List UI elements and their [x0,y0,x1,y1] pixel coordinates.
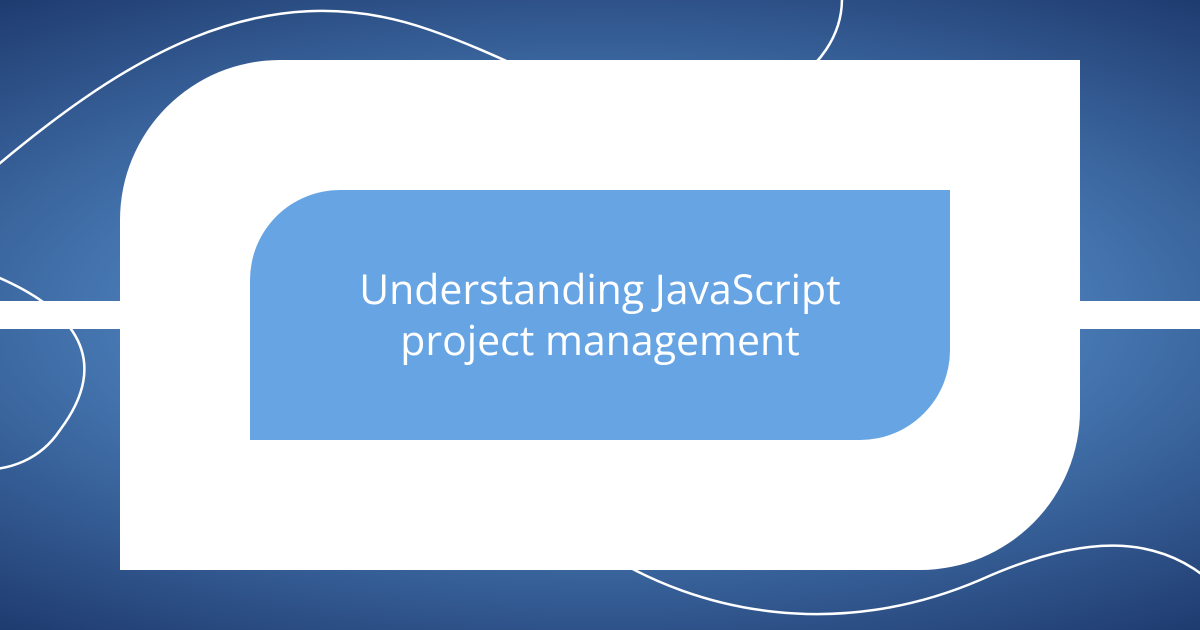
banner-stage: Understanding JavaScript project managem… [0,0,1200,630]
inner-leaf-shape: Understanding JavaScript project managem… [250,190,950,440]
banner-title: Understanding JavaScript project managem… [290,264,910,367]
